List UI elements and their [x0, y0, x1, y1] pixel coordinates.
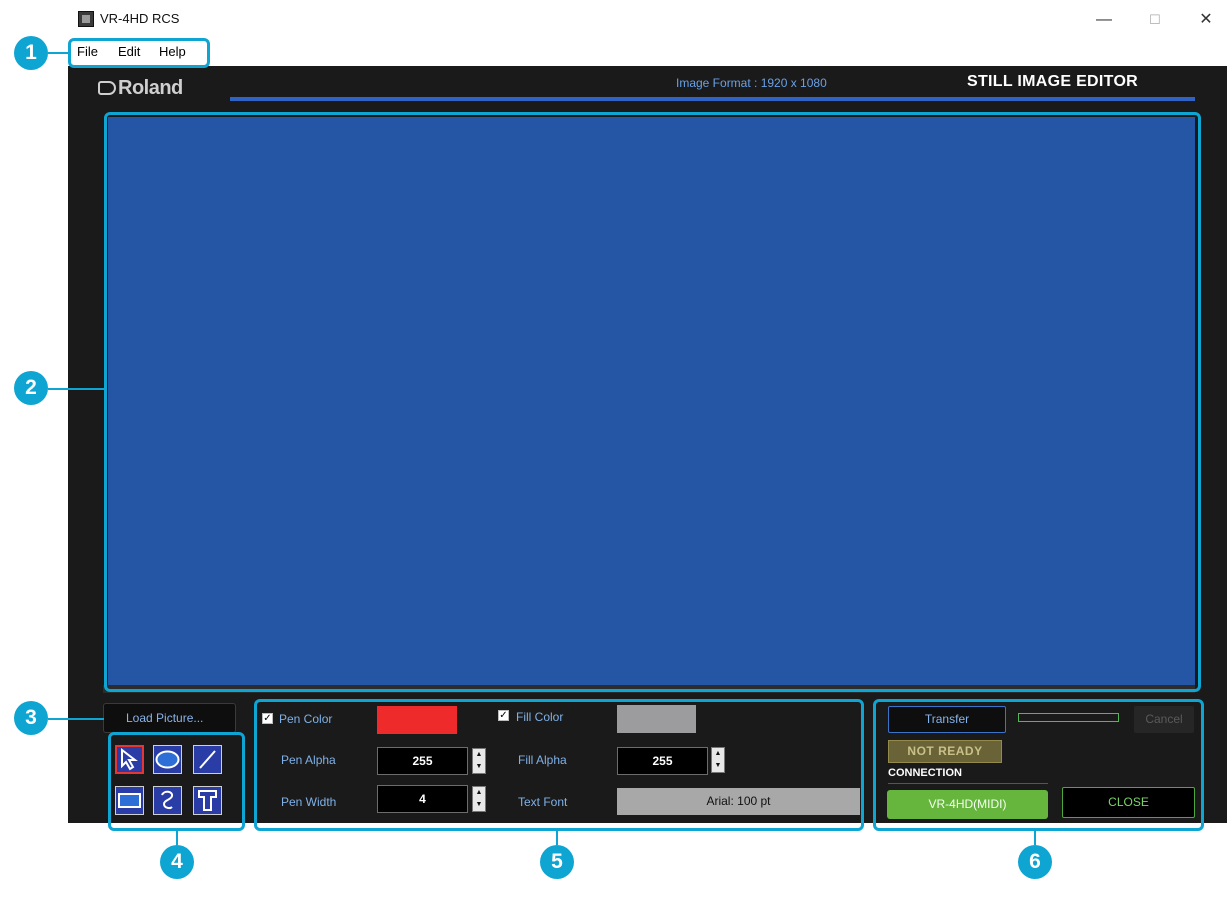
callout-badge-6: 6 — [1018, 845, 1052, 879]
callout-leader — [556, 831, 558, 845]
menu-bar — [68, 40, 1227, 66]
load-picture-button[interactable]: Load Picture... — [103, 703, 236, 733]
callout-badge-1: 1 — [14, 36, 48, 70]
maximize-button[interactable]: ☐ — [1140, 8, 1170, 32]
callout-frame-connection — [873, 699, 1204, 831]
close-window-button[interactable]: ✕ — [1191, 8, 1221, 32]
app-icon — [78, 11, 94, 27]
editor-title: STILL IMAGE EDITOR — [967, 73, 1139, 90]
callout-leader — [176, 831, 178, 845]
callout-frame-properties — [254, 699, 864, 831]
window-title: VR-4HD RCS — [100, 11, 180, 26]
image-format-label: Image Format : 1920 x 1080 — [676, 76, 827, 90]
callout-leader — [48, 718, 104, 720]
callout-badge-3: 3 — [14, 701, 48, 735]
callout-badge-5: 5 — [540, 845, 574, 879]
callout-leader — [1034, 831, 1036, 845]
window-titlebar — [68, 0, 1227, 40]
callout-frame-canvas — [104, 112, 1201, 692]
callout-frame-tools — [108, 732, 245, 831]
logo-text: Roland — [118, 77, 183, 99]
roland-r-icon — [98, 81, 116, 95]
callout-leader — [48, 52, 68, 54]
callout-badge-2: 2 — [14, 371, 48, 405]
callout-frame-menu — [68, 38, 210, 68]
callout-badge-4: 4 — [160, 845, 194, 879]
minimize-button[interactable]: — — [1089, 8, 1119, 32]
header-accent-line — [230, 97, 1195, 101]
roland-logo: Roland — [98, 77, 183, 100]
callout-leader — [48, 388, 104, 390]
